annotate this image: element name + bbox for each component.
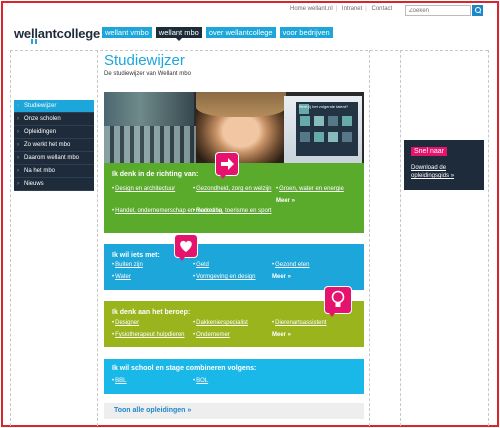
page-title: Studiewijzer <box>104 52 185 69</box>
brochure-image: Bent jij het volgende talent? <box>284 96 362 163</box>
guide-line <box>10 50 488 51</box>
guide-line <box>400 50 401 426</box>
all-programs-bar: Toon alle opleidingen » <box>104 403 364 419</box>
sidebar: Studiewijzer Onze scholen Opleidingen Zo… <box>14 100 94 191</box>
quick-links-box: Snel naar Download de opleidingsgids » <box>404 140 484 190</box>
likes-more-link[interactable]: Meer » <box>272 274 291 280</box>
likes-heading: Ik wil iets met: <box>112 252 160 259</box>
direction-link[interactable]: Design en architectuur <box>112 186 175 192</box>
nav-item-bedrijven[interactable]: voor bedrijven <box>279 27 333 38</box>
sidebar-item-na-mbo[interactable]: Na het mbo <box>14 165 94 178</box>
profession-link[interactable]: Fysiotherapeut hulpdieren <box>112 332 184 338</box>
likes-link[interactable]: Geld <box>193 262 209 268</box>
profession-heading: Ik denk aan het beroep: <box>112 309 191 316</box>
sidebar-item-daarom[interactable]: Daarom wellant mbo <box>14 152 94 165</box>
combine-panel: Ik wil school en stage combineren volgen… <box>104 359 364 394</box>
logo-mark-icon <box>31 39 40 44</box>
likes-link[interactable]: Vormgeving en design <box>193 274 255 280</box>
logo[interactable]: wellantcollege <box>14 26 101 44</box>
direction-heading: Ik denk in de richting van: <box>112 171 199 178</box>
arrow-icon <box>216 153 238 179</box>
direction-link[interactable]: Gezondheid, zorg en welzijn <box>193 186 271 192</box>
likes-link[interactable]: Gezond eten <box>272 262 309 268</box>
likes-panel: Ik wil iets met: Buiten zijn Geld Gezond… <box>104 235 364 290</box>
nav-item-vmbo[interactable]: wellant vmbo <box>102 27 152 38</box>
combine-link[interactable]: BBL <box>112 378 126 384</box>
nav-item-over[interactable]: over wellantcollege <box>205 27 276 38</box>
lightbulb-icon <box>325 287 351 317</box>
heart-icon <box>175 235 197 261</box>
sidebar-item-studiewijzer[interactable]: Studiewijzer <box>14 100 94 113</box>
profession-panel: Ik denk aan het beroep: Designer Dakkeni… <box>104 287 364 347</box>
guide-line <box>97 50 98 426</box>
profession-link[interactable]: Designer <box>112 320 139 326</box>
direction-more-link[interactable]: Meer » <box>276 198 295 204</box>
top-link-intranet[interactable]: Intranet <box>342 6 362 12</box>
download-guide-link[interactable]: Download de opleidingsgids » <box>411 164 481 180</box>
likes-link[interactable]: Buiten zijn <box>112 262 143 268</box>
profession-link[interactable]: Dierenartsassistent <box>272 320 326 326</box>
combine-link[interactable]: BOL <box>193 378 208 384</box>
sidebar-item-zo-werkt[interactable]: Zo werkt het mbo <box>14 139 94 152</box>
combine-heading: Ik wil school en stage combineren volgen… <box>112 365 257 372</box>
sidebar-item-nieuws[interactable]: Nieuws <box>14 178 94 191</box>
nav-item-mbo[interactable]: wellant mbo <box>155 27 202 41</box>
guide-line <box>10 50 11 426</box>
direction-panel: Ik denk in de richting van: Design en ar… <box>104 153 364 233</box>
search-input[interactable] <box>405 5 471 16</box>
top-link-home[interactable]: Home wellant.nl <box>290 6 333 12</box>
all-programs-link[interactable]: Toon alle opleidingen » <box>114 407 191 414</box>
sidebar-item-scholen[interactable]: Onze scholen <box>14 113 94 126</box>
top-links: Home wellant.nl | Intranet | Contact <box>290 6 393 12</box>
brochure-title: Bent jij het volgende talent? <box>299 104 348 114</box>
profession-link[interactable]: Dakkenierspecialist <box>193 320 248 326</box>
direction-link[interactable]: Recreatie, toerisme en sport <box>193 208 271 214</box>
profession-more-link[interactable]: Meer » <box>272 332 291 338</box>
sidebar-item-opleidingen[interactable]: Opleidingen <box>14 126 94 139</box>
guide-line <box>369 50 370 426</box>
profession-link[interactable]: Ondernemer <box>193 332 230 338</box>
page-subtitle: De studiewijzer van Wellant mbo <box>104 71 191 77</box>
logo-text: wellantcollege <box>14 26 101 41</box>
search-icon[interactable] <box>472 5 483 16</box>
quick-links-label: Snel naar <box>411 147 447 156</box>
main-nav: wellant vmbo wellant mbo over wellantcol… <box>102 27 333 41</box>
direction-link[interactable]: Groen, water en energie <box>276 186 344 192</box>
guide-line <box>488 50 489 426</box>
likes-link[interactable]: Water <box>112 274 131 280</box>
top-link-contact[interactable]: Contact <box>372 6 393 12</box>
